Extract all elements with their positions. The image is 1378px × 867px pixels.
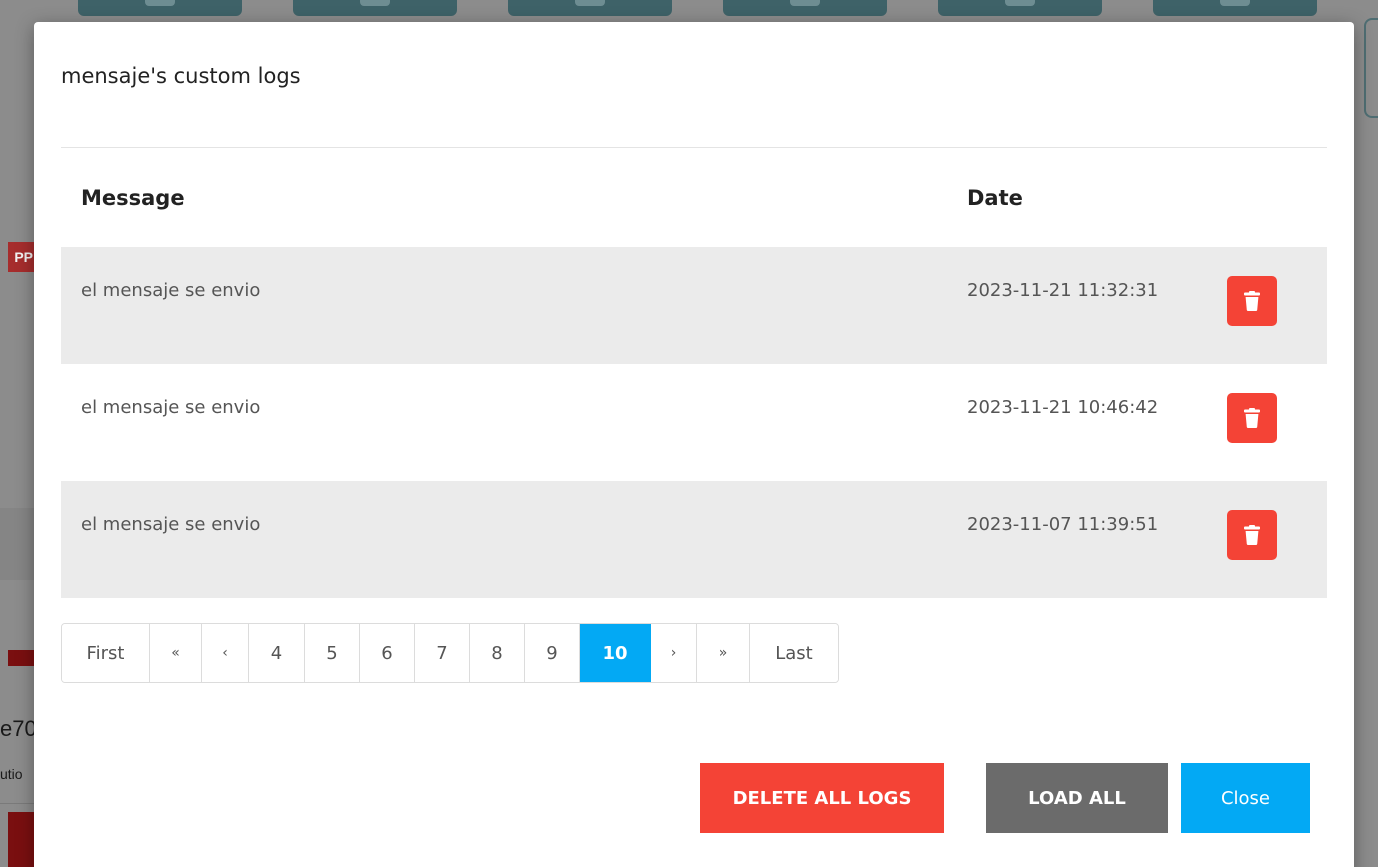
custom-logs-modal: mensaje's custom logs Message Date el me… [34,22,1354,867]
trash-icon [1244,291,1260,311]
log-date: 2023-11-07 11:39:51 [967,481,1227,598]
log-date: 2023-11-21 11:32:31 [967,247,1227,364]
delete-log-button[interactable] [1227,276,1277,326]
pagination-last[interactable]: Last [750,624,838,682]
load-all-button[interactable]: LOAD ALL [986,763,1168,833]
delete-log-button[interactable] [1227,393,1277,443]
pagination-page[interactable]: 8 [470,624,525,682]
logs-table: Message Date el mensaje se envio 2023-11… [61,148,1327,598]
pagination-page-current[interactable]: 10 [580,624,651,682]
background-red-bar [8,812,34,867]
background-tab [78,0,242,16]
background-card-subtitle: utio [0,766,23,782]
pagination-page[interactable]: 6 [360,624,415,682]
modal-title: mensaje's custom logs [61,64,301,88]
log-message: el mensaje se envio [81,397,261,418]
background-tab [723,0,887,16]
column-header-date: Date [967,185,1023,210]
background-tab [1153,0,1317,16]
table-row: el mensaje se envio 2023-11-21 10:46:42 [61,364,1327,481]
delete-all-logs-button[interactable]: DELETE ALL LOGS [700,763,944,833]
column-header-message: Message [81,185,185,210]
background-divider [0,803,34,804]
background-tab [293,0,457,16]
pagination: First « ‹ 4 5 6 7 8 9 10 › » Last [61,623,839,683]
pagination-prev-block[interactable]: « [150,624,202,682]
table-row: el mensaje se envio 2023-11-07 11:39:51 [61,481,1327,598]
table-row: el mensaje se envio 2023-11-21 11:32:31 [61,247,1327,364]
pagination-page[interactable]: 9 [525,624,580,682]
table-header-row: Message Date [61,148,1327,247]
background-card-title: e70 [0,716,34,741]
log-message: el mensaje se envio [61,247,967,364]
background-panel-edge [1364,18,1378,118]
trash-icon [1244,408,1260,428]
pagination-prev[interactable]: ‹ [202,624,249,682]
log-message: el mensaje se envio [61,481,967,598]
pagination-next-block[interactable]: » [697,624,750,682]
log-date: 2023-11-21 10:46:42 [967,397,1159,418]
pagination-first[interactable]: First [62,624,150,682]
delete-log-button[interactable] [1227,510,1277,560]
background-tab [938,0,1102,16]
pagination-page[interactable]: 7 [415,624,470,682]
pagination-next[interactable]: › [651,624,697,682]
background-badge: PP [8,242,34,272]
background-tab [508,0,672,16]
column-header-actions [1227,148,1327,247]
background-red-bar [8,650,34,666]
close-button[interactable]: Close [1181,763,1310,833]
pagination-page[interactable]: 4 [249,624,305,682]
trash-icon [1244,525,1260,545]
background-card [0,508,34,580]
pagination-page[interactable]: 5 [305,624,360,682]
